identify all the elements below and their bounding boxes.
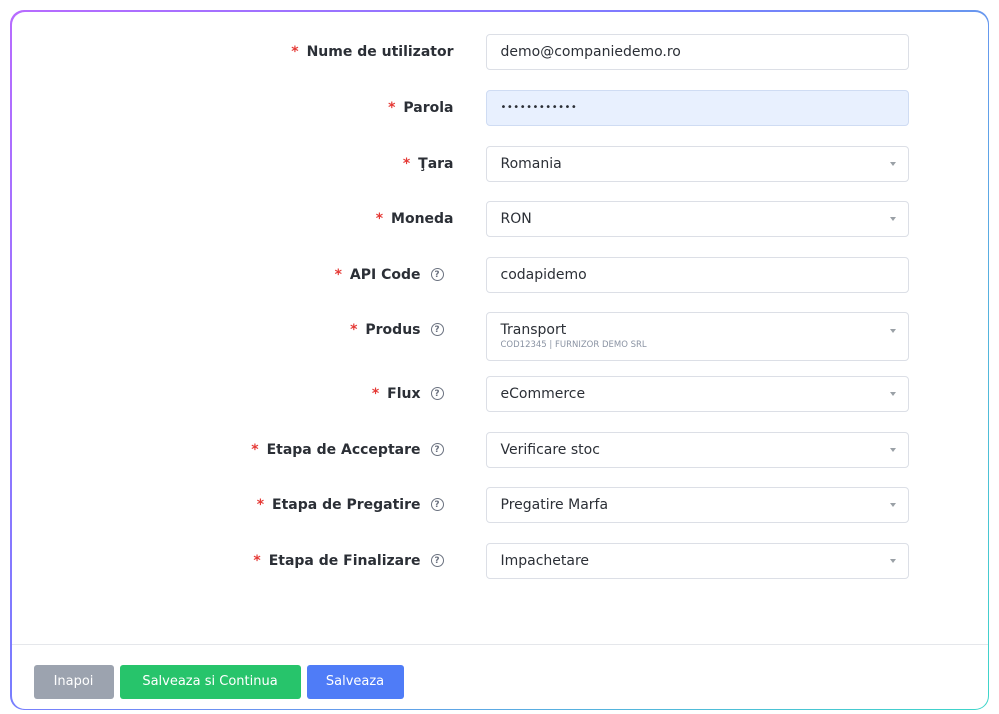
help-icon[interactable]: ? — [430, 323, 444, 336]
password-field[interactable]: •••••••••••• — [485, 89, 909, 126]
final-stage-select[interactable]: Impachetare — [485, 542, 909, 579]
product-label: * Produs ? — [350, 321, 444, 338]
chevron-down-icon — [889, 502, 896, 507]
required-marker: * — [334, 266, 342, 283]
password-value: •••••••••••• — [500, 102, 578, 113]
form-card-border: * Nume de utilizator * Parola ••••••••••… — [10, 10, 989, 710]
accept-stage-select[interactable]: Verificare stoc — [485, 431, 909, 468]
required-marker: * — [402, 155, 411, 172]
product-value: Transport — [500, 322, 567, 338]
final-stage-value: Impachetare — [500, 552, 590, 569]
country-value: Romania — [500, 155, 562, 172]
username-field[interactable] — [485, 33, 909, 70]
form-card: * Nume de utilizator * Parola ••••••••••… — [11, 11, 988, 709]
flux-select[interactable]: eCommerce — [485, 375, 909, 412]
save-continue-button[interactable]: Salveaza si Continua — [119, 664, 301, 699]
help-icon[interactable]: ? — [430, 498, 444, 511]
password-label-text: Parola — [403, 99, 454, 116]
currency-select[interactable]: RON — [485, 200, 909, 237]
required-marker: * — [388, 99, 396, 116]
accept-stage-label-text: Etapa de Acceptare — [266, 441, 421, 458]
required-marker: * — [291, 43, 299, 60]
footer-divider — [11, 643, 988, 645]
flux-label-text: Flux — [387, 385, 421, 402]
required-marker: * — [253, 552, 261, 569]
country-select[interactable]: Romania — [485, 145, 909, 182]
api-code-field[interactable] — [485, 256, 909, 293]
chevron-down-icon — [889, 216, 896, 221]
chevron-down-icon — [889, 558, 896, 563]
accept-stage-value: Verificare stoc — [500, 441, 600, 458]
required-marker: * — [251, 441, 259, 458]
api-code-label: * API Code ? — [335, 267, 444, 283]
back-button[interactable]: Inapoi — [33, 664, 114, 699]
api-code-label-text: API Code — [349, 266, 421, 283]
final-stage-label: * Etapa de Finalizare ? — [253, 552, 444, 569]
required-marker: * — [375, 210, 384, 227]
help-icon[interactable]: ? — [430, 443, 444, 456]
username-input[interactable] — [500, 43, 894, 60]
final-stage-label-text: Etapa de Finalizare — [268, 552, 421, 569]
required-marker: * — [256, 496, 265, 513]
chevron-down-icon — [889, 328, 896, 333]
product-select[interactable]: Transport COD12345 | FURNIZOR DEMO SRL — [485, 311, 909, 361]
prep-stage-label: * Etapa de Pregatire ? — [257, 497, 444, 513]
help-icon[interactable]: ? — [430, 554, 444, 567]
flux-label: * Flux ? — [372, 386, 444, 402]
country-label-text: Ţara — [418, 155, 454, 172]
help-icon[interactable]: ? — [430, 387, 444, 400]
prep-stage-label-text: Etapa de Pregatire — [272, 496, 421, 513]
currency-label-text: Moneda — [391, 210, 454, 227]
chevron-down-icon — [889, 161, 896, 166]
currency-value: RON — [500, 210, 532, 227]
chevron-down-icon — [889, 447, 896, 452]
currency-label: * Moneda — [376, 211, 454, 227]
flux-value: eCommerce — [500, 385, 586, 402]
accept-stage-label: * Etapa de Acceptare ? — [251, 441, 444, 458]
prep-stage-select[interactable]: Pregatire Marfa — [485, 486, 909, 523]
product-label-text: Produs — [365, 321, 421, 338]
prep-stage-value: Pregatire Marfa — [500, 496, 609, 513]
username-label-text: Nume de utilizator — [306, 43, 454, 60]
required-marker: * — [350, 321, 358, 338]
country-label: * Ţara — [403, 156, 454, 172]
password-label: * Parola — [388, 100, 453, 116]
required-marker: * — [371, 385, 380, 402]
save-button[interactable]: Salveaza — [306, 664, 404, 699]
help-icon[interactable]: ? — [430, 268, 444, 281]
username-label: * Nume de utilizator — [291, 44, 453, 60]
product-subtitle: COD12345 | FURNIZOR DEMO SRL — [500, 340, 647, 350]
chevron-down-icon — [889, 391, 896, 396]
api-code-input[interactable] — [500, 266, 894, 283]
